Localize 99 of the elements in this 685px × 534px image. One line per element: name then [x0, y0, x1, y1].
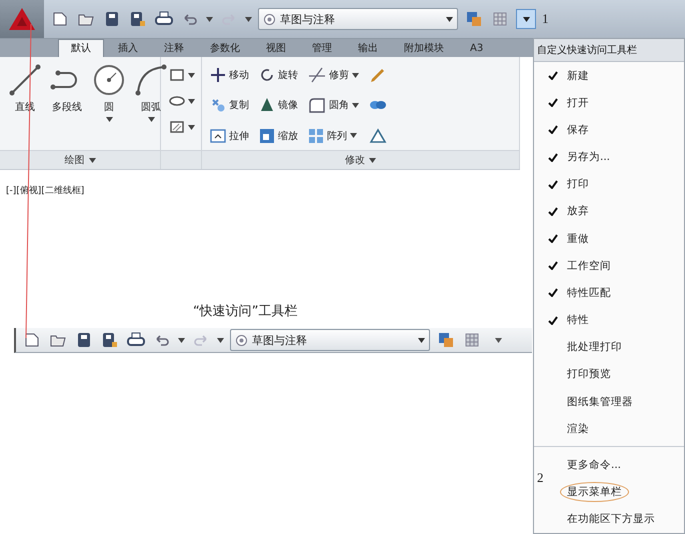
copy-icon: [210, 97, 226, 114]
caret-icon: [217, 338, 224, 342]
menu-item[interactable]: 放弃: [548, 198, 684, 226]
caret-icon: [188, 98, 195, 104]
menu-item[interactable]: 批处理打印: [548, 334, 684, 361]
workspace-dropdown[interactable]: 草图与注释: [230, 329, 430, 351]
caret-icon: [88, 158, 96, 162]
callout-number: 1: [542, 11, 548, 27]
pencil-icon: [369, 67, 385, 83]
callout-number: 2: [537, 470, 544, 486]
array-icon: [308, 128, 324, 144]
menu-item[interactable]: 打印预览: [548, 360, 684, 388]
caret-icon: [369, 158, 376, 162]
modify-tool-button[interactable]: 缩放: [259, 126, 298, 146]
toolbar-caption: “快速访问”工具栏: [193, 303, 298, 320]
panel-title[interactable]: 修改: [202, 150, 519, 169]
caret-icon: [188, 124, 195, 130]
ribbon-tab[interactable]: 注释: [152, 40, 196, 57]
draw-tool-button[interactable]: 多段线: [50, 63, 84, 150]
caret-icon: [446, 16, 453, 22]
menu-item[interactable]: 渲染: [548, 415, 684, 442]
checkmark-icon: [548, 261, 558, 270]
ribbon-tab[interactable]: 输出: [346, 40, 390, 57]
checkmark-icon: [548, 180, 558, 189]
menu-item[interactable]: 图纸集管理器: [548, 388, 684, 416]
modify-tool-button[interactable]: 修剪: [308, 65, 359, 85]
ribbon-tab[interactable]: 管理: [300, 40, 344, 57]
caret-icon: [522, 16, 530, 22]
workspace-dropdown[interactable]: 草图与注释: [258, 8, 458, 30]
menu-item[interactable]: 工作空间: [548, 252, 684, 280]
ribbon-tab[interactable]: 附加模块: [392, 40, 456, 57]
layers-icon[interactable]: [464, 9, 484, 29]
arc-icon: [134, 63, 168, 97]
modify-tool-button[interactable]: 镜像: [259, 95, 298, 116]
menu-item[interactable]: 特性: [548, 306, 684, 334]
mirror-icon: [259, 97, 275, 114]
menu-item[interactable]: 重做: [548, 225, 684, 252]
checkmark-icon: [548, 71, 558, 80]
rotate-icon: [259, 67, 275, 83]
rectangle-icon: [169, 68, 185, 82]
modify-tool-button[interactable]: 复制: [210, 95, 249, 116]
menu-item[interactable]: 更多命令...: [548, 451, 684, 479]
checkmark-icon: [548, 152, 558, 162]
menu-item[interactable]: 显示菜单栏: [548, 478, 684, 506]
draw-tool-button[interactable]: 圆: [92, 63, 126, 150]
menu-item[interactable]: 保存: [548, 116, 684, 144]
checkmark-icon: [548, 125, 558, 134]
circle-icon: [92, 63, 126, 97]
gear-icon: [263, 12, 276, 26]
caret-icon: [352, 102, 359, 108]
modify-tool-button[interactable]: 阵列: [308, 126, 359, 146]
caret-icon: [178, 338, 185, 342]
ribbon-tab[interactable]: A3: [458, 40, 496, 57]
logo-icon: [8, 7, 36, 31]
menu-title: 自定义快速访问工具栏: [534, 39, 684, 62]
caret-icon: [494, 338, 502, 342]
menu-item[interactable]: 在功能区下方显示: [548, 506, 684, 533]
ribbon-tab[interactable]: 插入: [106, 40, 150, 57]
modify-tool-button[interactable]: 旋转: [259, 65, 298, 85]
draw-tool-button[interactable]: 圆弧: [134, 63, 168, 150]
menu-item[interactable]: 打印: [548, 170, 684, 198]
stretch-icon: [210, 128, 226, 144]
checkmark-icon: [548, 288, 558, 298]
gear-icon: [235, 334, 248, 346]
scale-icon: [259, 128, 275, 144]
customize-dropdown-button[interactable]: [516, 9, 536, 29]
panel-title[interactable]: 绘图: [0, 150, 160, 169]
fillet-icon: [308, 97, 326, 114]
move-icon: [210, 67, 226, 83]
modify-tool-button[interactable]: 圆角: [308, 95, 359, 116]
checkmark-icon: [548, 206, 558, 216]
caret-icon: [352, 72, 359, 78]
trim-icon: [308, 67, 326, 83]
application-menu-button[interactable]: [0, 0, 44, 38]
caret-icon: [206, 16, 213, 22]
caret-icon: [245, 16, 252, 22]
layers-icon[interactable]: [436, 330, 456, 350]
caret-icon: [350, 133, 357, 138]
menu-item[interactable]: 新建: [548, 62, 684, 90]
modify-tool-button[interactable]: 拉伸: [210, 126, 249, 146]
caret-icon: [106, 117, 112, 122]
ribbon-tab[interactable]: 参数化: [198, 40, 252, 57]
save-as-icon[interactable]: [128, 9, 148, 29]
save-as-icon[interactable]: [100, 330, 120, 350]
menu-item[interactable]: 特性匹配: [548, 279, 684, 307]
checkmark-icon: [548, 98, 558, 108]
modify-tool-button[interactable]: 移动: [210, 65, 249, 85]
menu-item[interactable]: 打开: [548, 89, 684, 116]
caret-icon: [148, 117, 154, 122]
checkmark-icon: [548, 316, 558, 325]
checkmark-icon: [548, 234, 558, 244]
line-icon: [8, 63, 42, 97]
caret-icon: [418, 338, 425, 342]
menu-item[interactable]: 另存为...: [548, 144, 684, 171]
ellipse-icon: [169, 94, 185, 108]
hatch-icon: [169, 120, 185, 134]
caret-icon: [188, 72, 195, 78]
ribbon-tab[interactable]: 默认: [58, 39, 104, 57]
ribbon-tab[interactable]: 视图: [254, 40, 298, 57]
